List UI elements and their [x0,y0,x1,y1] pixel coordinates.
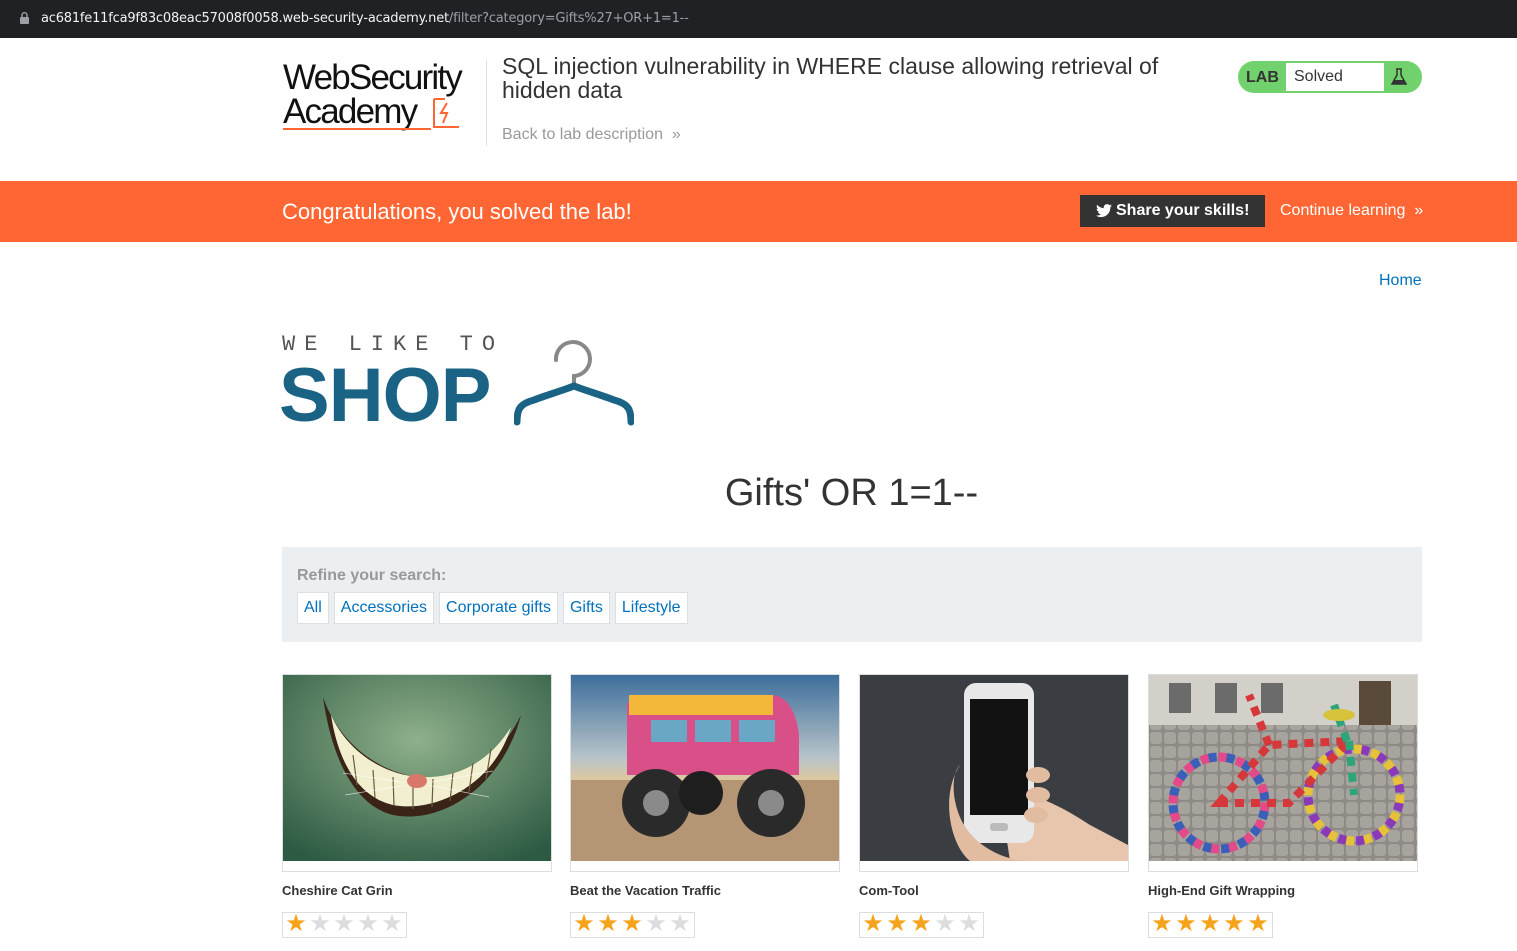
product-rating: ★ ★ ★ ★ ★ [570,912,695,938]
back-link-label: Back to lab description [502,126,663,143]
continue-learning-label: Continue learning [1280,202,1406,219]
star-filled-icon: ★ [285,910,307,937]
solved-banner: Congratulations, you solved the lab! Sha… [0,181,1517,242]
lab-status-badge: LAB Solved [1238,61,1422,93]
star-empty-icon: ★ [934,910,956,937]
share-your-skills-button[interactable]: Share your skills! [1080,195,1265,227]
category-filters: All Accessories Corporate gifts Gifts Li… [297,592,688,624]
star-empty-icon: ★ [669,910,691,937]
clothes-hanger-icon [514,340,634,426]
product-rating: ★ ★ ★ ★ ★ [282,912,407,938]
product-name: High-End Gift Wrapping [1148,883,1296,898]
lab-title: SQL injection vulnerability in WHERE cla… [502,53,1159,103]
home-link[interactable]: Home [1379,272,1422,290]
star-empty-icon: ★ [357,910,379,937]
category-heading: Gifts' OR 1=1-- [724,472,979,514]
star-filled-icon: ★ [573,910,595,937]
star-filled-icon: ★ [1175,910,1197,937]
filter-accessories[interactable]: Accessories [333,592,435,624]
refine-search-label: Refine your search: [297,567,447,584]
url-path: /filter?category=Gifts%27+OR+1=1-- [448,11,689,26]
star-filled-icon: ★ [1247,910,1269,937]
badge-lab-label: LAB [1246,69,1279,86]
header-divider [486,60,487,146]
filter-gifts[interactable]: Gifts [562,592,610,624]
double-chevron-right-icon: » [667,126,681,143]
twitter-icon [1096,204,1112,218]
filter-corporate-gifts[interactable]: Corporate gifts [439,592,558,624]
refine-search-panel: Refine your search: All Accessories Corp… [282,547,1422,642]
we-like-to-shop-logo: WE LIKE TO SHOP [279,332,642,438]
monster-van-image [571,675,839,861]
url-host: ac681fe11fca9f83c08eac57008f0058.web-sec… [41,11,449,26]
star-empty-icon: ★ [333,910,355,937]
product-image-frame[interactable] [1148,674,1418,872]
filter-lifestyle[interactable]: Lifestyle [614,592,688,624]
smartphone-in-hand-image [860,675,1128,861]
continue-learning-link[interactable]: Continue learning » [1280,202,1423,220]
logo-bolt-icon [433,98,459,128]
star-filled-icon: ★ [1199,910,1221,937]
star-filled-icon: ★ [621,910,643,937]
congratulations-message: Congratulations, you solved the lab! [282,199,632,224]
product-image-frame[interactable] [282,674,552,872]
lock-icon [20,12,29,24]
cheshire-cat-grin-image [283,675,551,861]
share-button-label: Share your skills! [1116,202,1250,219]
product-image-frame[interactable] [570,674,840,872]
star-empty-icon: ★ [309,910,331,937]
star-filled-icon: ★ [862,910,884,937]
browser-address-bar[interactable]: ac681fe11fca9f83c08eac57008f0058.web-sec… [0,0,1517,38]
flask-icon [1390,68,1408,85]
product-image-frame[interactable] [859,674,1129,872]
back-to-lab-description-link[interactable]: Back to lab description » [502,126,681,144]
product-rating: ★ ★ ★ ★ ★ [859,912,984,938]
product-name: Beat the Vacation Traffic [570,883,721,898]
knitted-bike-image [1149,675,1417,861]
shop-logo-word: SHOP [279,353,491,438]
filter-all[interactable]: All [297,592,329,624]
star-filled-icon: ★ [1151,910,1173,937]
lab-header: WebSecurity Academy SQL injection vulner… [0,38,1517,181]
badge-status-text: Solved [1286,63,1384,91]
product-grid: Cheshire Cat Grin ★ ★ ★ ★ ★ Beat the Vac… [282,674,1422,951]
star-filled-icon: ★ [910,910,932,937]
star-filled-icon: ★ [597,910,619,937]
web-security-academy-logo[interactable]: WebSecurity Academy [283,58,483,131]
double-chevron-right-icon: » [1409,202,1424,219]
product-rating: ★ ★ ★ ★ ★ [1148,912,1273,938]
star-filled-icon: ★ [1223,910,1245,937]
product-name: Cheshire Cat Grin [282,883,393,898]
logo-line-2: Academy [283,92,418,131]
star-empty-icon: ★ [645,910,667,937]
logo-underline [283,128,431,130]
star-filled-icon: ★ [886,910,908,937]
url-text[interactable]: ac681fe11fca9f83c08eac57008f0058.web-sec… [41,11,689,26]
star-empty-icon: ★ [381,910,403,937]
star-empty-icon: ★ [958,910,980,937]
product-name: Com-Tool [859,883,919,898]
